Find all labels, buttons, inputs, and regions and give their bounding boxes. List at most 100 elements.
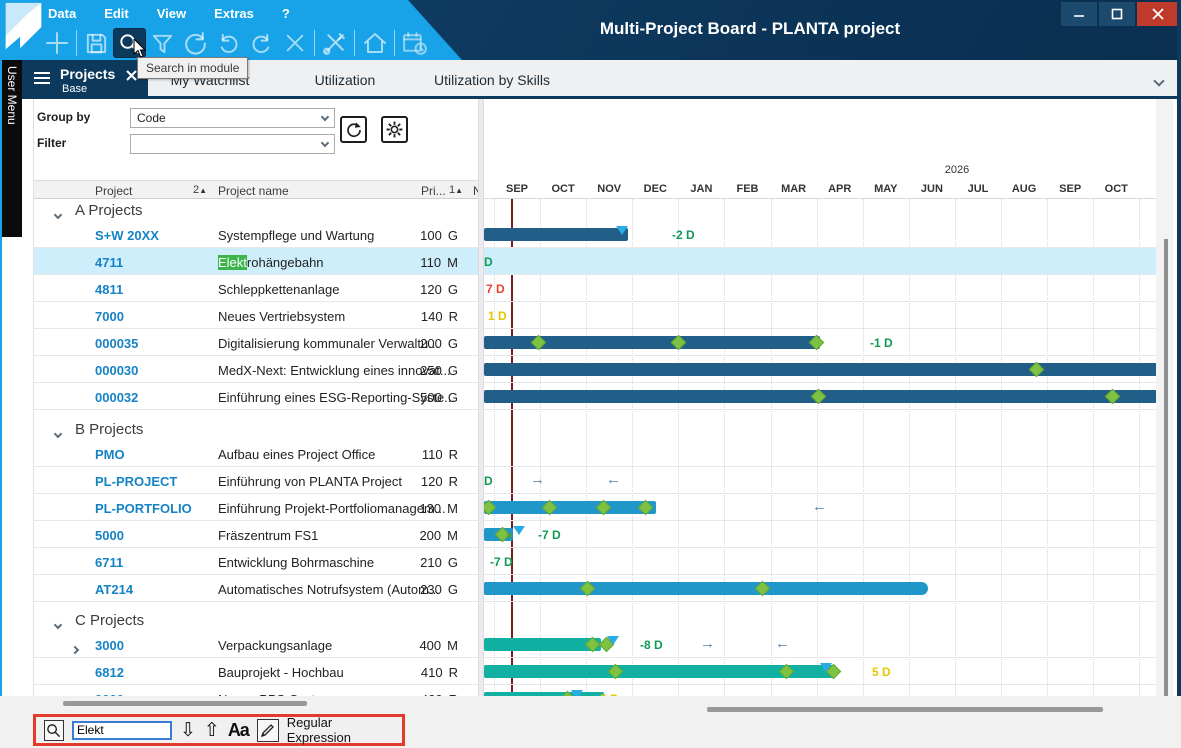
match-case-button[interactable]: Aa bbox=[228, 720, 249, 741]
month-label: OCT bbox=[551, 183, 574, 195]
row-separator bbox=[33, 301, 1156, 302]
delay-label: -7 D bbox=[490, 555, 513, 569]
save-icon[interactable] bbox=[80, 28, 113, 58]
project-id-link[interactable]: 000030 bbox=[95, 363, 138, 378]
planta-logo bbox=[1, 1, 45, 57]
menu-bar: Data Edit View Extras? bbox=[46, 3, 292, 24]
gantt-bar[interactable] bbox=[484, 582, 928, 595]
menu-item-extras[interactable]: Extras bbox=[212, 3, 256, 24]
find-next-arrow-down-icon[interactable]: ⇩ bbox=[180, 721, 196, 740]
menu-item-help[interactable]: ? bbox=[280, 3, 292, 24]
toolbar-separator bbox=[314, 30, 315, 56]
project-id-link[interactable]: 4711 bbox=[95, 255, 123, 270]
project-id-link[interactable]: PL-PORTFOLIO bbox=[95, 501, 192, 516]
gantt-bar[interactable] bbox=[484, 501, 656, 514]
group-by-select[interactable]: Code bbox=[130, 108, 335, 128]
settings-gear-icon[interactable] bbox=[381, 116, 408, 143]
refresh-boxed-icon[interactable] bbox=[340, 116, 367, 143]
priority-cell: 200G bbox=[388, 336, 458, 351]
close-icon[interactable] bbox=[278, 28, 311, 58]
search-icon[interactable] bbox=[44, 720, 64, 741]
search-input[interactable] bbox=[72, 721, 172, 740]
vertical-scrollbar-thumb[interactable] bbox=[1164, 239, 1168, 748]
refresh-icon[interactable] bbox=[179, 28, 212, 58]
tab-close-icon[interactable] bbox=[126, 68, 137, 86]
tab-utilization[interactable]: Utilization bbox=[315, 60, 376, 99]
gantt-hscrollbar-thumb[interactable] bbox=[707, 707, 1103, 712]
row-separator bbox=[33, 409, 1156, 410]
group-collapse-chevron-icon[interactable] bbox=[55, 205, 61, 223]
table-hscrollbar-thumb[interactable] bbox=[63, 701, 307, 706]
window-right-border bbox=[1177, 0, 1181, 748]
project-id-link[interactable]: 000035 bbox=[95, 336, 138, 351]
project-id-link[interactable]: 000032 bbox=[95, 390, 138, 405]
calendar-clock-icon[interactable] bbox=[398, 28, 431, 58]
project-id-link[interactable]: PMO bbox=[95, 447, 125, 462]
filter-select[interactable] bbox=[130, 134, 335, 154]
project-name-cell: Einführung von PLANTA Project bbox=[218, 474, 402, 489]
vertical-scrollbar-track[interactable] bbox=[1156, 99, 1173, 696]
undo-icon[interactable] bbox=[212, 28, 245, 58]
hamburger-icon[interactable] bbox=[34, 72, 50, 87]
mouse-cursor bbox=[133, 39, 148, 59]
menu-item-edit[interactable]: Edit bbox=[102, 3, 131, 24]
priority-cell: 500G bbox=[388, 390, 458, 405]
col-priority[interactable]: Pri... bbox=[421, 184, 446, 198]
project-id-link[interactable]: AT214 bbox=[95, 582, 133, 597]
minimize-button[interactable] bbox=[1061, 2, 1097, 26]
gantt-bar[interactable] bbox=[484, 228, 628, 241]
month-label: MAY bbox=[874, 183, 897, 195]
redo-icon[interactable] bbox=[245, 28, 278, 58]
col-priority-sort[interactable]: 1▲ bbox=[449, 184, 463, 196]
group-collapse-chevron-icon[interactable] bbox=[55, 615, 61, 633]
expand-chevron-icon[interactable] bbox=[72, 640, 78, 658]
user-menu-strip[interactable]: User Menu bbox=[2, 60, 22, 237]
project-id-link[interactable]: 5000 bbox=[95, 528, 124, 543]
menu-item-data[interactable]: Data bbox=[46, 3, 78, 24]
year-label: 2026 bbox=[945, 164, 969, 176]
col-project-name[interactable]: Project name bbox=[218, 184, 289, 198]
shift-chevrons-icon: » bbox=[506, 528, 511, 542]
pane-splitter[interactable] bbox=[478, 99, 484, 696]
filter-icon[interactable] bbox=[146, 28, 179, 58]
menu-item-view[interactable]: View bbox=[155, 3, 188, 24]
tabbar-chevron-down-icon[interactable] bbox=[1155, 72, 1163, 90]
col-project-sort[interactable]: 2▲ bbox=[193, 184, 207, 196]
project-id-link[interactable]: PL-PROJECT bbox=[95, 474, 177, 489]
project-id-link[interactable]: 4811 bbox=[95, 282, 123, 297]
table-left-border bbox=[33, 99, 34, 696]
gantt-header-line bbox=[484, 198, 1156, 199]
month-label: FEB bbox=[737, 183, 759, 195]
project-id-link[interactable]: 3000 bbox=[95, 638, 124, 653]
filter-label: Filter bbox=[37, 136, 66, 150]
month-label: JUL bbox=[968, 183, 989, 195]
find-prev-arrow-up-icon[interactable]: ⇧ bbox=[204, 721, 220, 740]
plus-icon[interactable] bbox=[40, 28, 73, 58]
month-label: APR bbox=[828, 183, 851, 195]
project-id-link[interactable]: S+W 20XX bbox=[95, 228, 159, 243]
tab-utilization-by-skills[interactable]: Utilization by Skills bbox=[434, 60, 550, 99]
home-icon[interactable] bbox=[358, 28, 391, 58]
gantt-bar[interactable] bbox=[484, 363, 1157, 376]
gantt-bar[interactable] bbox=[484, 638, 601, 651]
row-separator bbox=[33, 684, 1156, 685]
selected-row-highlight bbox=[33, 248, 1156, 275]
row-separator bbox=[33, 657, 1156, 658]
user-menu-label: User Menu bbox=[5, 66, 19, 125]
schedule-triangle-icon bbox=[513, 526, 525, 535]
col-project[interactable]: Project bbox=[95, 184, 132, 198]
group-collapse-chevron-icon[interactable] bbox=[55, 424, 61, 442]
delay-label: -7 D bbox=[538, 528, 561, 542]
project-id-link[interactable]: 6812 bbox=[95, 665, 124, 680]
tab-projects-active[interactable]: Projects Base bbox=[22, 60, 148, 99]
search-match-highlight: Elekt bbox=[218, 255, 247, 270]
tools-icon[interactable] bbox=[318, 28, 351, 58]
toolbar bbox=[40, 28, 431, 58]
group-label: C Projects bbox=[75, 612, 144, 629]
maximize-button[interactable] bbox=[1099, 2, 1135, 26]
project-id-link[interactable]: 7000 bbox=[95, 309, 124, 324]
project-id-link[interactable]: 6711 bbox=[95, 555, 123, 570]
highlighter-icon[interactable] bbox=[257, 719, 279, 742]
close-button[interactable] bbox=[1137, 2, 1178, 26]
row-separator bbox=[33, 466, 1156, 467]
